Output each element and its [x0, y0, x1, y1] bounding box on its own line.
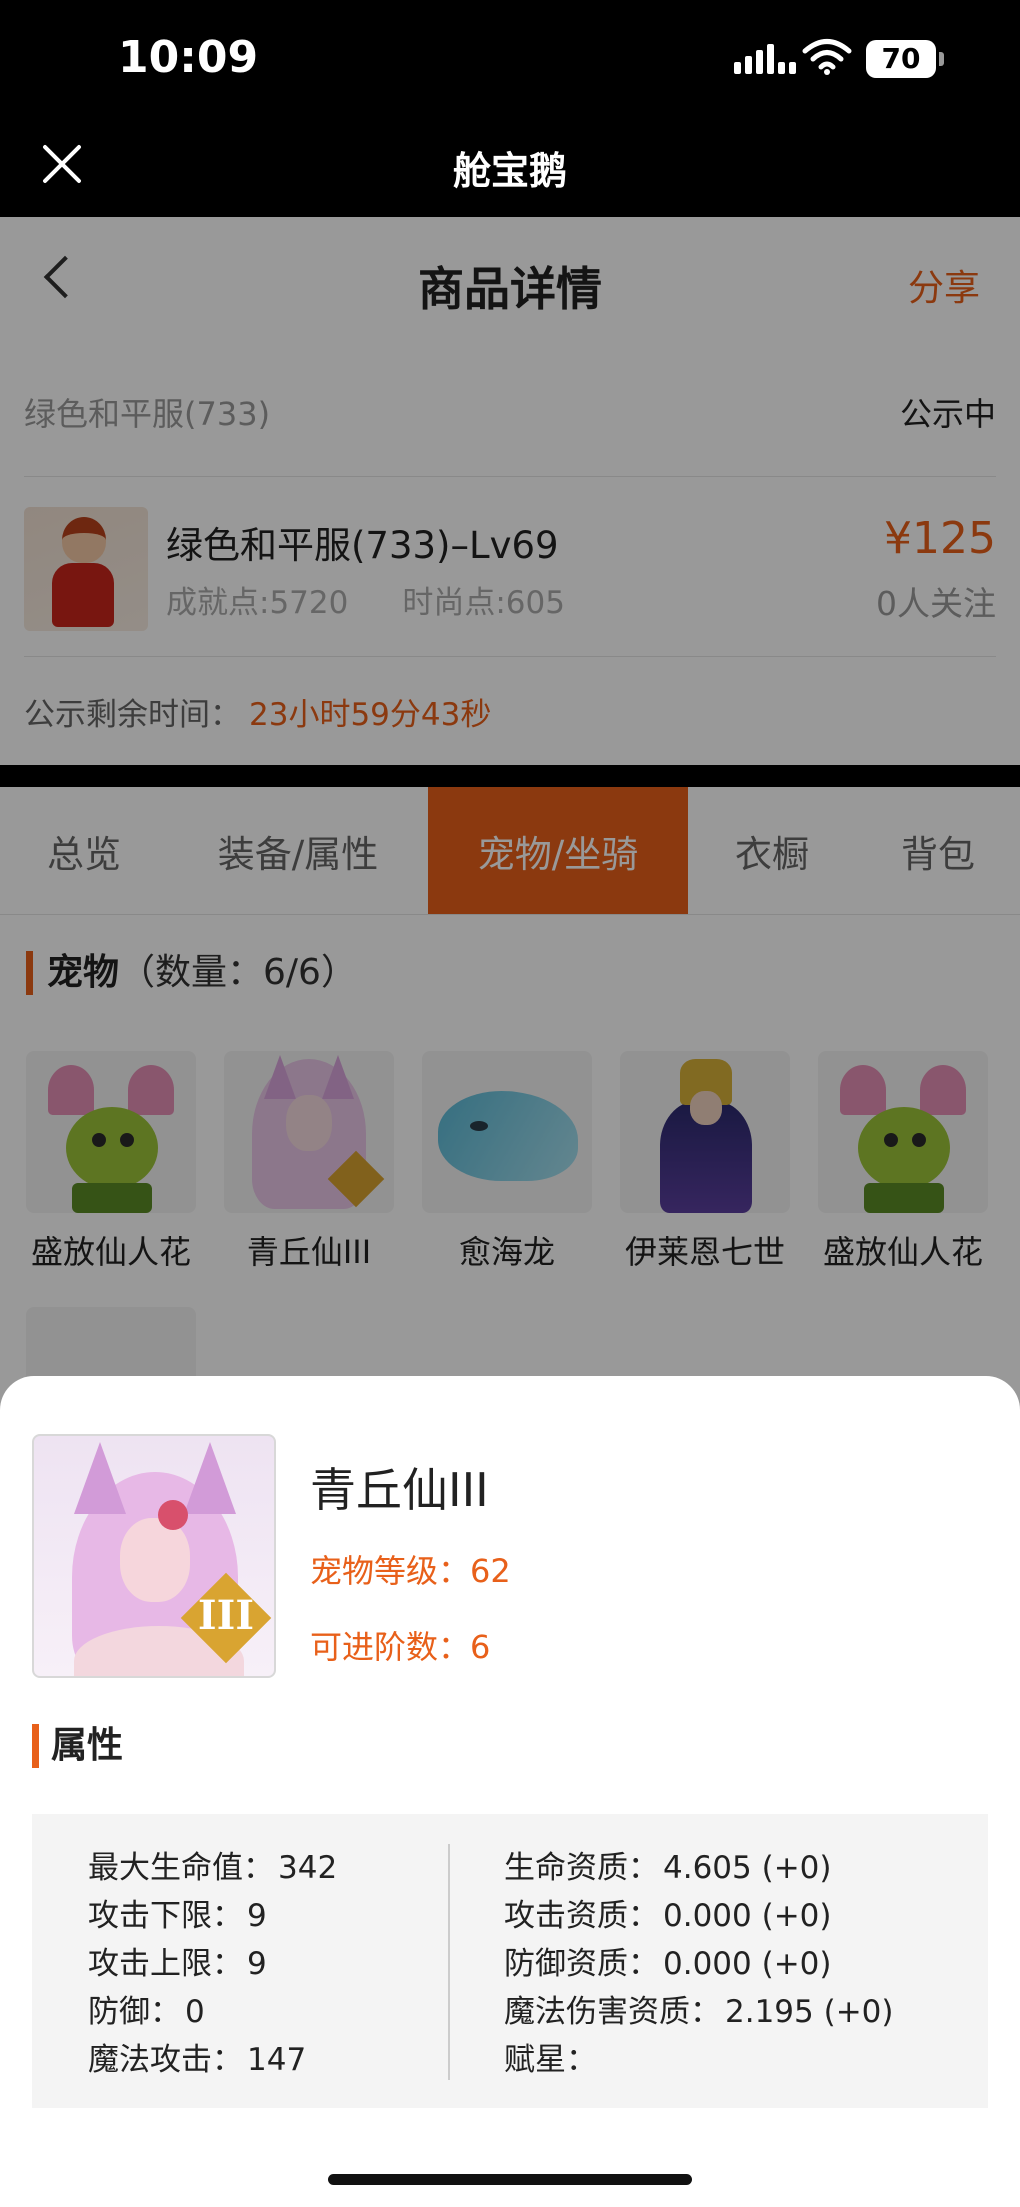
attribute-label: 最大生命值： — [88, 1850, 274, 1886]
battery-icon: 70 — [866, 40, 944, 78]
attribute-value: 342 — [278, 1850, 338, 1886]
attribute-row: 赋星： — [504, 2036, 894, 2084]
attribute-label: 赋星： — [504, 2042, 597, 2078]
attribute-label: 防御资质： — [504, 1946, 659, 1982]
pet-badge: III — [197, 1592, 255, 1639]
pet-advance-count: 可进阶数：6 — [310, 1628, 491, 1666]
attribute-value: 2.195 (+0) — [725, 1994, 894, 2030]
attribute-label: 攻击下限： — [88, 1898, 243, 1934]
app-bar: 舱宝鹅 — [0, 120, 1020, 217]
column-divider — [448, 1844, 450, 2080]
pet-detail-name: 青丘仙III — [310, 1463, 489, 1517]
attribute-row: 魔法攻击： 147 — [88, 2036, 337, 2084]
attribute-label: 攻击上限： — [88, 1946, 243, 1982]
attribute-value: 0.000 (+0) — [663, 1898, 832, 1934]
attribute-label: 防御： — [88, 1994, 181, 2030]
wifi-icon — [802, 38, 852, 80]
attribute-label: 攻击资质： — [504, 1898, 659, 1934]
status-bar: 10:09 70 — [0, 0, 1020, 120]
status-time: 10:09 — [118, 32, 259, 83]
attributes-right-column: 生命资质： 4.605 (+0) 攻击资质： 0.000 (+0) 防御资质： 0.0… — [504, 1844, 894, 2084]
attribute-value: 0 — [185, 1994, 205, 2030]
attributes-title: 属性 — [32, 1724, 123, 1768]
attribute-row: 魔法伤害资质： 2.195 (+0) — [504, 1988, 894, 2036]
home-indicator[interactable] — [328, 2174, 692, 2185]
attribute-label: 魔法伤害资质： — [504, 1994, 721, 2030]
app-title: 舱宝鹅 — [452, 149, 567, 193]
attribute-value: 9 — [247, 1946, 267, 1982]
pet-level: 宠物等级：62 — [310, 1552, 511, 1590]
attribute-row: 最大生命值： 342 — [88, 1844, 337, 1892]
attribute-value: 4.605 (+0) — [663, 1850, 832, 1886]
cellular-signal-icon — [734, 44, 800, 74]
attribute-label: 生命资质： — [504, 1850, 659, 1886]
attribute-row: 攻击上限： 9 — [88, 1940, 337, 1988]
attribute-row: 生命资质： 4.605 (+0) — [504, 1844, 894, 1892]
attribute-value: 9 — [247, 1898, 267, 1934]
attribute-value: 0.000 (+0) — [663, 1946, 832, 1982]
attribute-row: 防御： 0 — [88, 1988, 337, 2036]
attribute-label: 魔法攻击： — [88, 2042, 243, 2078]
fox-fairy-icon: III — [32, 1434, 276, 1678]
attributes-panel: 最大生命值： 342 攻击下限： 9 攻击上限： 9 防御： 0 魔法攻击： 147 生命… — [32, 1814, 988, 2108]
pet-detail-sheet: III 青丘仙III 宠物等级：62 可进阶数：6 属性 最大生命值： 342 攻… — [0, 1376, 1020, 2207]
attribute-row: 防御资质： 0.000 (+0) — [504, 1940, 894, 1988]
attribute-row: 攻击下限： 9 — [88, 1892, 337, 1940]
attribute-row: 攻击资质： 0.000 (+0) — [504, 1892, 894, 1940]
attributes-left-column: 最大生命值： 342 攻击下限： 9 攻击上限： 9 防御： 0 魔法攻击： 147 — [88, 1844, 337, 2084]
attribute-value: 147 — [247, 2042, 307, 2078]
